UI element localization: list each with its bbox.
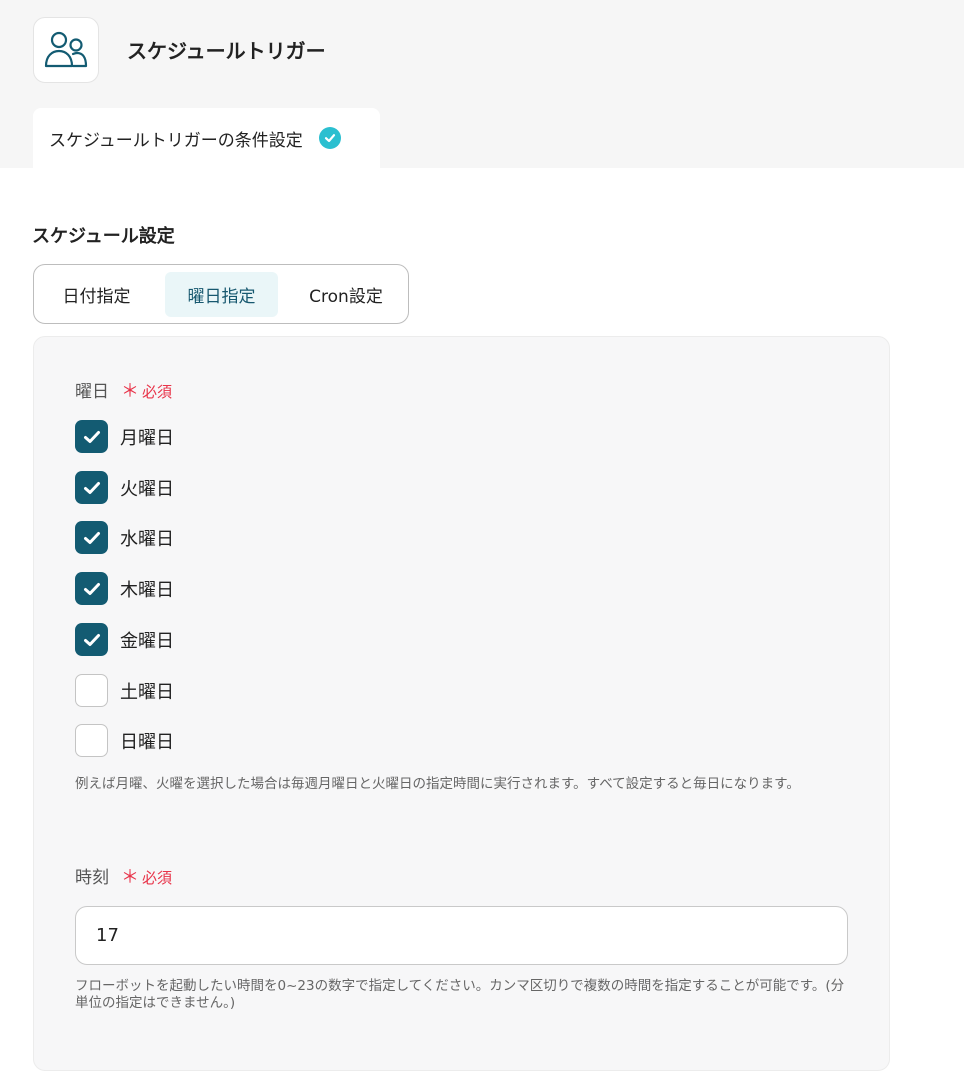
weekday-option-monday[interactable]: 月曜日 <box>75 420 174 453</box>
time-input[interactable] <box>75 906 848 965</box>
tab-weekday[interactable]: 曜日指定 <box>165 272 278 317</box>
required-asterisk: ＊ <box>121 381 139 402</box>
checkmark-icon <box>83 633 100 646</box>
tab-date[interactable]: 日付指定 <box>48 272 145 317</box>
checkbox-label: 木曜日 <box>120 579 174 601</box>
checkmark-icon <box>83 582 100 595</box>
checkbox-checked[interactable] <box>75 471 108 504</box>
time-field-label: 時刻 ＊ 必須 <box>75 866 172 890</box>
weekday-option-sunday[interactable]: 日曜日 <box>75 724 174 757</box>
weekday-help-text: 例えば月曜、火曜を選択した場合は毎週月曜日と火曜日の指定時間に実行されます。すべ… <box>75 776 800 792</box>
checkmark-icon <box>83 430 100 443</box>
weekday-option-tuesday[interactable]: 火曜日 <box>75 471 174 504</box>
checkbox-checked[interactable] <box>75 521 108 554</box>
required-asterisk: ＊ <box>121 867 139 888</box>
weekday-option-wednesday[interactable]: 水曜日 <box>75 521 174 554</box>
weekday-option-friday[interactable]: 金曜日 <box>75 623 174 656</box>
page-title: スケジュールトリガー <box>127 39 326 63</box>
required-badge: ＊ 必須 <box>121 380 172 404</box>
weekday-option-thursday[interactable]: 木曜日 <box>75 572 174 605</box>
checkbox-unchecked[interactable] <box>75 724 108 757</box>
check-circle-icon <box>318 127 341 149</box>
weekday-field-label: 曜日 ＊ 必須 <box>75 380 172 404</box>
checkbox-checked[interactable] <box>75 420 108 453</box>
time-help-text: フローボットを起動したい時間を0~23の数字で指定してください。カンマ区切りで複… <box>75 978 845 1011</box>
checkbox-checked[interactable] <box>75 623 108 656</box>
checkbox-unchecked[interactable] <box>75 674 108 707</box>
checkbox-label: 日曜日 <box>120 731 174 753</box>
required-badge: ＊ 必須 <box>121 866 172 890</box>
required-text: 必須 <box>142 383 173 401</box>
checkbox-label: 土曜日 <box>120 681 174 703</box>
checkmark-icon <box>83 531 100 544</box>
tab-cron[interactable]: Cron設定 <box>293 272 399 317</box>
step-tab-label: スケジュールトリガーの条件設定 <box>49 130 303 151</box>
app-icon-container <box>33 17 99 83</box>
required-text: 必須 <box>142 869 173 887</box>
users-icon <box>44 31 88 68</box>
checkbox-checked[interactable] <box>75 572 108 605</box>
time-label-text: 時刻 <box>75 868 109 888</box>
schedule-mode-selector: 日付指定 曜日指定 Cron設定 <box>33 264 409 324</box>
checkbox-label: 火曜日 <box>120 478 174 500</box>
checkbox-label: 水曜日 <box>120 528 174 550</box>
checkbox-label: 金曜日 <box>120 630 174 652</box>
checkbox-label: 月曜日 <box>120 427 174 449</box>
schedule-section-title: スケジュール設定 <box>32 226 175 247</box>
weekday-option-saturday[interactable]: 土曜日 <box>75 674 174 707</box>
checkmark-icon <box>83 481 100 494</box>
weekday-label-text: 曜日 <box>75 382 109 402</box>
step-tab-condition-settings[interactable]: スケジュールトリガーの条件設定 <box>33 108 380 168</box>
